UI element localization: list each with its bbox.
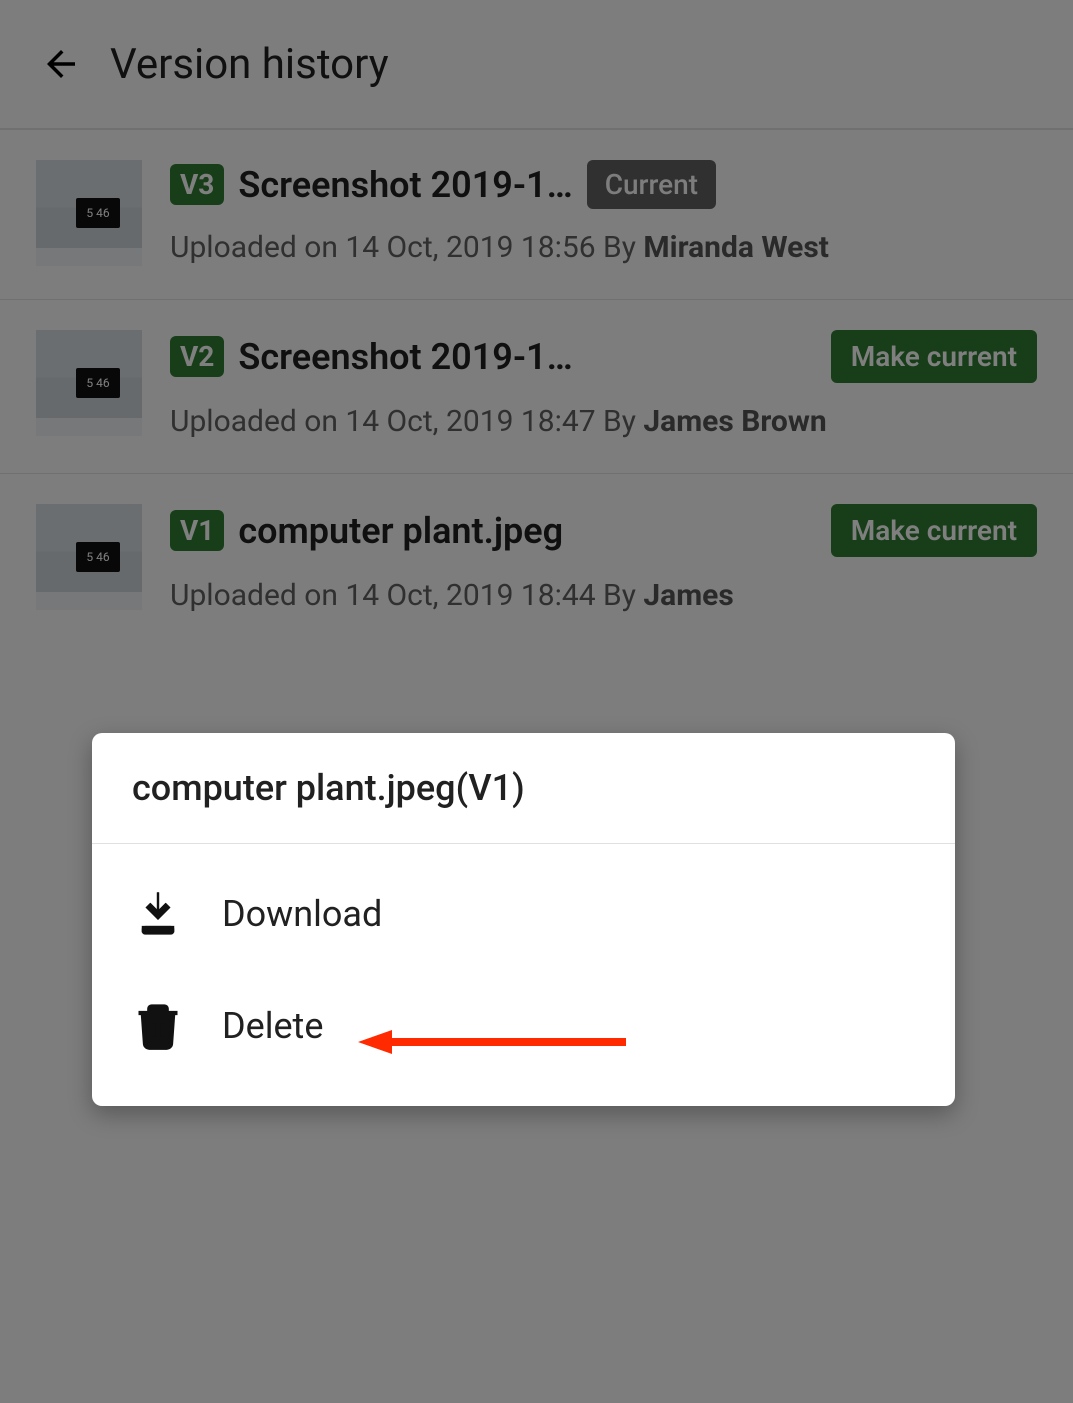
sheet-header: computer plant.jpeg(V1): [92, 733, 955, 844]
menu-item-label: Delete: [222, 1005, 323, 1047]
context-menu-sheet: computer plant.jpeg(V1) Download Delete: [92, 733, 955, 1106]
download-icon: [132, 888, 184, 940]
modal-scrim[interactable]: [0, 0, 1073, 1403]
trash-icon: [132, 1000, 184, 1052]
download-menu-item[interactable]: Download: [92, 858, 955, 970]
app-root: Version history 5 46 V3 Screenshot 2019-…: [0, 0, 1073, 1403]
menu-item-label: Download: [222, 893, 382, 935]
delete-menu-item[interactable]: Delete: [92, 970, 955, 1082]
sheet-title: computer plant.jpeg(V1): [132, 767, 525, 809]
sheet-body: Download Delete: [92, 844, 955, 1106]
